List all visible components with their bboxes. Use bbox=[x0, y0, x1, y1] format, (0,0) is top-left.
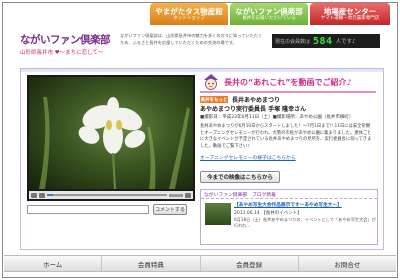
blog-post-title[interactable]: 【あやめ写生大会作品展示ですーあやめ写生大ー】 bbox=[234, 202, 342, 208]
logo-subtitle: 山形県長井市 ♥〜まちに恋して〜 bbox=[20, 50, 104, 56]
heading-rule bbox=[200, 91, 376, 93]
volume-slider[interactable] bbox=[169, 193, 183, 197]
play-icon[interactable] bbox=[31, 192, 37, 198]
panel-top-bar bbox=[21, 69, 383, 72]
nav-contact[interactable]: お問合せ bbox=[299, 256, 396, 271]
top-site-tabs: やまがたタス物産館 ネットショップ ながいファン倶楽部 長井を応援いただいている… bbox=[150, 3, 390, 25]
tab-local-center[interactable]: 地場産センター ヤマト運輸・地元農家専門店 bbox=[310, 3, 390, 25]
guest-event: 長井あやめまつり bbox=[232, 97, 281, 104]
tab-title: 地場産センター bbox=[323, 6, 377, 16]
feature-title: 長井の“あれこれ”を動画でご紹介♪ bbox=[224, 77, 352, 87]
nav-register[interactable]: 会員登録 bbox=[201, 256, 299, 271]
counter-value: 584 bbox=[313, 35, 333, 47]
member-counter: 現在の会員数は 584 人です♪ bbox=[272, 34, 380, 48]
guest-name: あやめまつり実行委員長 手塚 隆幸さん bbox=[200, 106, 307, 113]
stop-icon[interactable] bbox=[39, 192, 45, 198]
tab-subtitle: ヤマト運輸・地元農家専門店 bbox=[320, 15, 380, 21]
feature-heading: 長井の“あれこれ”を動画でご紹介♪ bbox=[201, 73, 352, 91]
site-logo[interactable]: ながいファン倶楽部 山形県長井市 ♥〜まちに恋して〜 bbox=[20, 32, 112, 56]
video-controls bbox=[29, 191, 193, 199]
mascot-icon bbox=[204, 74, 218, 90]
tab-subtitle: ネットショップ bbox=[173, 15, 205, 21]
comment-button[interactable]: コメントする bbox=[153, 204, 187, 215]
feature-description: 長井あやめまつりが6月10日からスタートしました！〜7月1日まで!! 11日には… bbox=[200, 124, 372, 149]
tab-fan-club[interactable]: ながいファン倶楽部 長井を応援いただいている bbox=[230, 3, 308, 25]
video-frame[interactable] bbox=[29, 77, 193, 189]
iris-flower-image bbox=[39, 97, 190, 189]
past-videos-button[interactable]: 今までの映像はこちらから bbox=[200, 171, 281, 183]
blog-thumbnail[interactable] bbox=[205, 203, 231, 225]
counter-unit: 人です♪ bbox=[335, 39, 356, 45]
tab-title: やまがたタス物産館 bbox=[155, 6, 223, 16]
seek-bar[interactable] bbox=[47, 194, 167, 196]
seek-progress bbox=[47, 194, 53, 196]
blog-post-date: 2011.06.14 【長井のイベント】 bbox=[234, 211, 302, 216]
logo-title: ながいファン倶楽部 bbox=[20, 34, 111, 46]
blog-excerpt: 6月18日（土）長井あやめまつりの、イベントとして「あやめ写生大会」が行われ..… bbox=[234, 217, 376, 228]
video-player[interactable] bbox=[27, 75, 195, 201]
tab-subtitle: 長井を応援いただいている bbox=[242, 15, 296, 21]
nav-member-benefits[interactable]: 会員特典 bbox=[102, 256, 201, 271]
comment-input[interactable] bbox=[27, 205, 149, 214]
footer-nav: ホーム 会員特典 会員登録 お問合せ bbox=[4, 255, 396, 272]
counter-label: 現在の会員数は bbox=[275, 38, 311, 45]
tab-title: ながいファン倶楽部 bbox=[235, 6, 303, 16]
tab-net-shop[interactable]: やまがたタス物産館 ネットショップ bbox=[150, 3, 228, 25]
ceremony-link[interactable]: オープニングセレモニーの様子はこちらから bbox=[200, 154, 296, 161]
blog-box: ながいファン倶楽部 ブログ新着 【あやめ写生大会作品展示ですーあやめ写生大ー】 … bbox=[200, 189, 378, 245]
video-meta: ■撮影日：平成23年6月11日（土）■撮影場所：あやめ公園（長井市横町） bbox=[200, 115, 354, 120]
site-intro-text: ながいファン倶楽部は、山形県長井市の魅力を多くの方々に知っていただくため、ふるさ… bbox=[120, 33, 263, 45]
category-badge: 長井をもっと bbox=[200, 96, 228, 103]
fullscreen-icon[interactable] bbox=[185, 192, 191, 198]
blog-header: ながいファン倶楽部 ブログ新着 bbox=[201, 190, 377, 199]
nav-home[interactable]: ホーム bbox=[4, 256, 103, 271]
